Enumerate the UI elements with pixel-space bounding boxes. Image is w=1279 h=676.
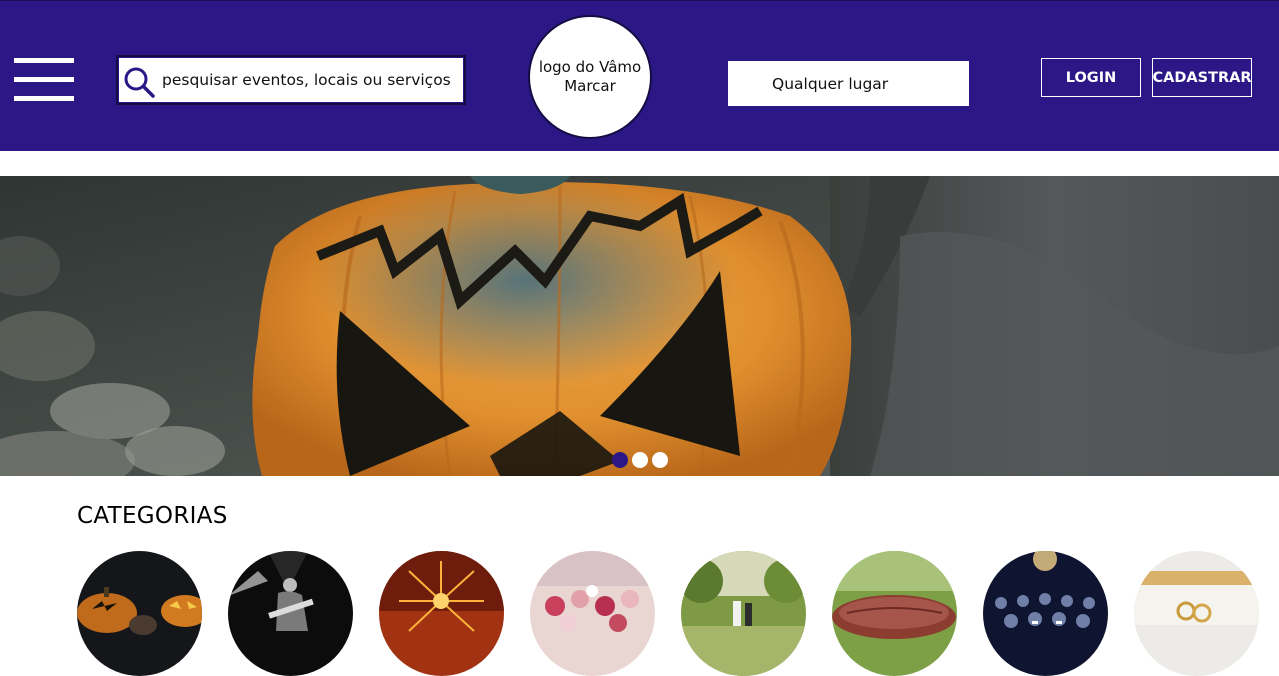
category-shows[interactable] xyxy=(228,551,353,676)
signup-button[interactable]: CADASTRAR xyxy=(1152,58,1252,97)
logo-text: logo do Vâmo Marcar xyxy=(538,58,642,95)
cinema-audience-image xyxy=(983,551,1108,676)
category-food[interactable] xyxy=(832,551,957,676)
login-button[interactable]: LOGIN xyxy=(1041,58,1141,97)
category-cinema[interactable] xyxy=(983,551,1108,676)
halloween-pumpkins-image xyxy=(77,551,202,676)
search-input[interactable] xyxy=(162,57,462,103)
carousel-dot-1[interactable] xyxy=(612,452,628,468)
grilled-ribs-image xyxy=(832,551,957,676)
hero-image xyxy=(0,176,1279,476)
party-cupcakes-image xyxy=(530,551,655,676)
location-selector[interactable]: Qualquer lugar xyxy=(728,61,969,106)
header: logo do Vâmo Marcar Qualquer lugar LOGIN… xyxy=(0,0,1279,151)
search-icon[interactable] xyxy=(122,65,156,99)
search-box[interactable] xyxy=(116,55,466,105)
concert-guitarist-image xyxy=(228,551,353,676)
category-weddings[interactable] xyxy=(681,551,806,676)
carousel-dots xyxy=(612,452,668,468)
category-halloween[interactable] xyxy=(77,551,202,676)
category-fireworks[interactable] xyxy=(379,551,504,676)
categories-title: CATEGORIAS xyxy=(77,503,228,529)
hamburger-menu-icon[interactable] xyxy=(14,58,74,102)
carousel-dot-2[interactable] xyxy=(632,452,648,468)
outdoor-wedding-image xyxy=(681,551,806,676)
category-engagement[interactable] xyxy=(1134,551,1259,676)
category-parties[interactable] xyxy=(530,551,655,676)
fireworks-image xyxy=(379,551,504,676)
location-label: Qualquer lugar xyxy=(772,74,889,93)
wedding-rings-image xyxy=(1134,551,1259,676)
hero-carousel[interactable] xyxy=(0,176,1279,476)
carousel-dot-3[interactable] xyxy=(652,452,668,468)
logo[interactable]: logo do Vâmo Marcar xyxy=(528,15,652,139)
